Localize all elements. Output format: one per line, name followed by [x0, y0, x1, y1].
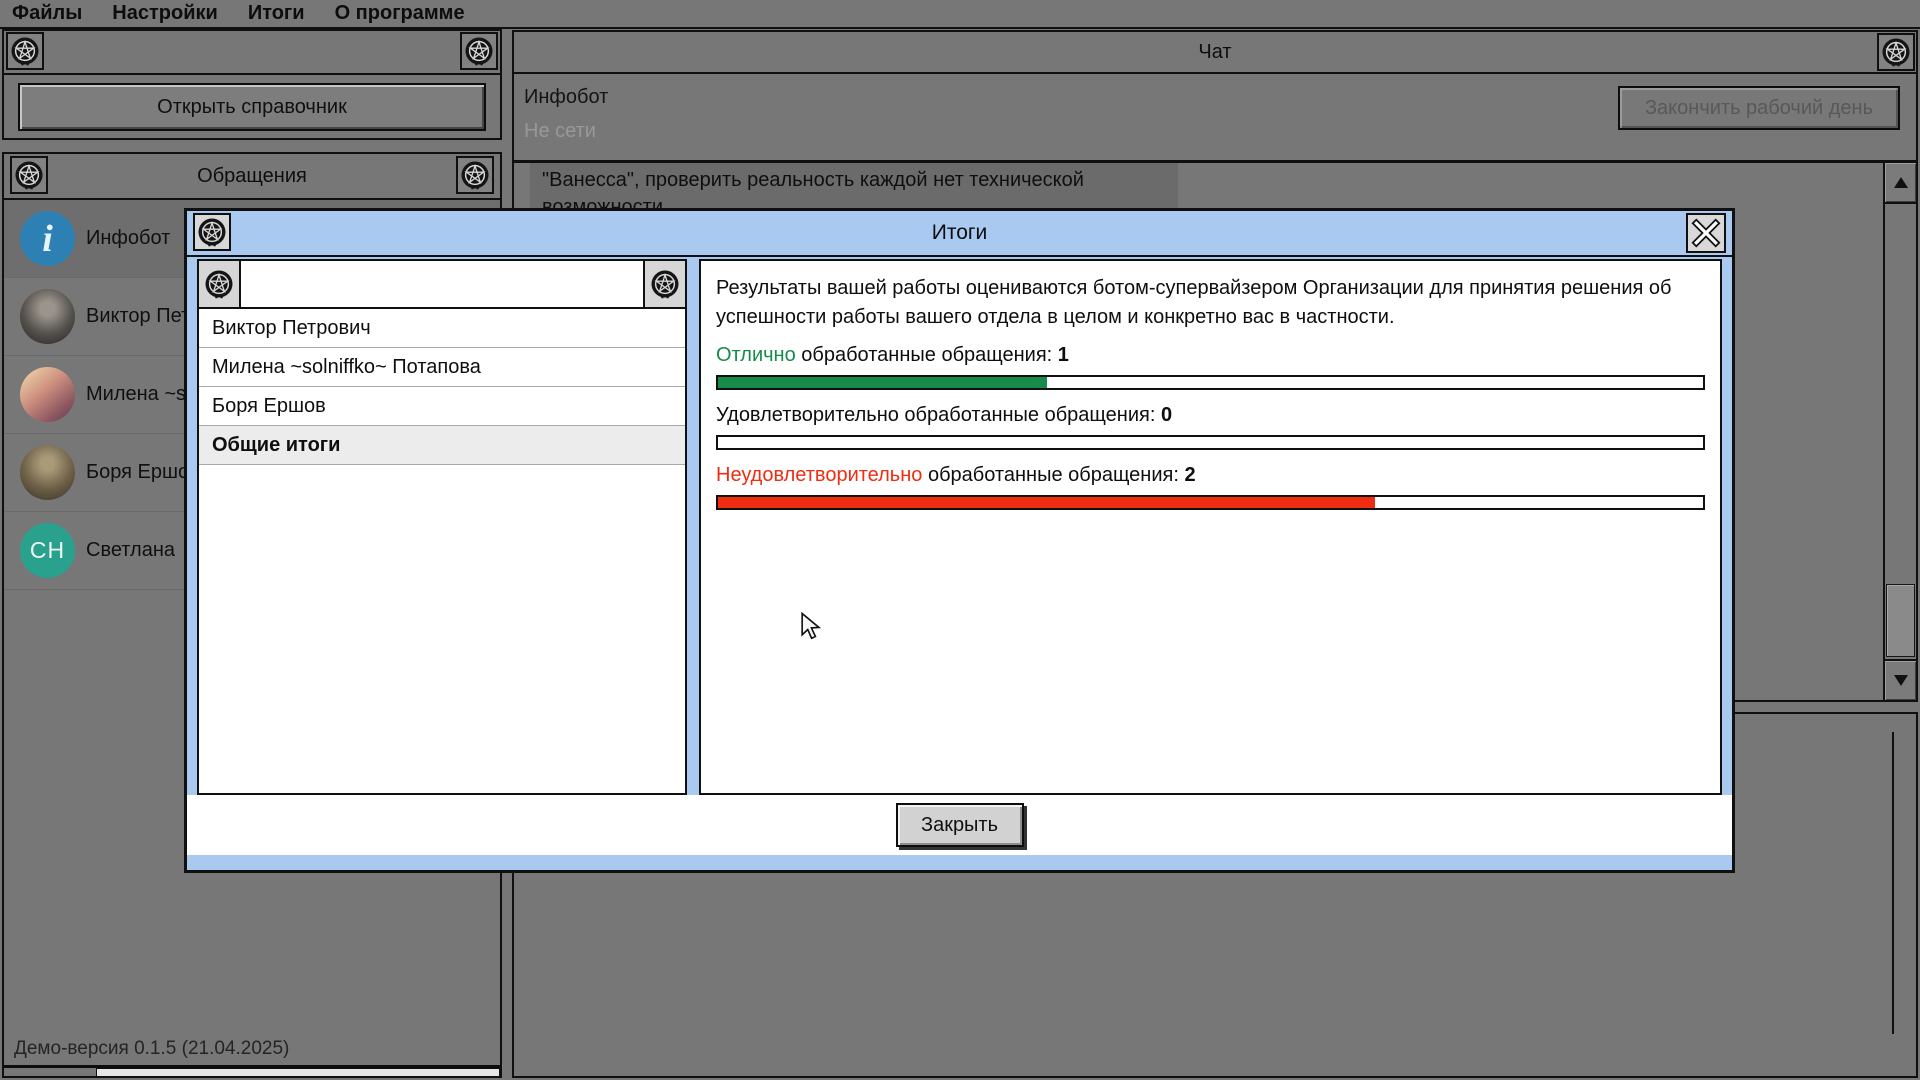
stat-count: 1 — [1058, 344, 1069, 366]
stat-highlight: Удовлетворительно — [716, 404, 899, 426]
peer-name: Инфобот — [524, 86, 608, 109]
progress-fill — [718, 497, 1375, 508]
arrow-down-icon — [1894, 675, 1908, 686]
menu-item-results[interactable]: Итоги — [248, 0, 305, 27]
results-dialog-titlebar: Итоги — [187, 211, 1732, 255]
chat-title: Чат — [1198, 41, 1231, 64]
progress-bar-excellent — [716, 375, 1705, 390]
contact-name: Светлана — [86, 539, 175, 562]
progress-bar-unsatisfactory — [716, 495, 1705, 510]
stat-highlight: Отлично — [716, 344, 796, 366]
gear-icon — [1877, 33, 1915, 71]
chat-peer-bar: Инфобот Не сети Закончить рабочий день — [514, 74, 1916, 163]
gear-icon — [10, 156, 48, 194]
open-directory-button[interactable]: Открыть справочник — [18, 83, 486, 131]
gear-icon — [460, 32, 498, 70]
gear-icon — [643, 261, 685, 307]
divider — [1892, 732, 1894, 1034]
chat-scrollbar[interactable] — [1883, 163, 1916, 700]
search-row — [199, 261, 685, 309]
list-item-viktor[interactable]: Виктор Петрович — [199, 309, 685, 348]
stat-label-excellent: Отлично обработанные обращения: 1 — [716, 344, 1705, 367]
appeals-panel-title: Обращения — [197, 165, 307, 188]
stat-highlight: Неудовлетворительно — [716, 464, 922, 486]
gear-icon — [199, 261, 241, 307]
divider — [187, 255, 1732, 257]
list-item-overall[interactable]: Общие итоги — [199, 426, 685, 465]
peer-status: Не сети — [524, 120, 596, 143]
results-dialog-title: Итоги — [187, 211, 1732, 255]
menu-item-about[interactable]: О программе — [335, 0, 465, 27]
stat-count: 2 — [1184, 464, 1195, 486]
avatar: СН — [20, 523, 75, 578]
chat-header: Чат — [514, 32, 1916, 74]
gear-icon — [6, 32, 44, 70]
search-input[interactable] — [241, 261, 643, 307]
bottom-input-strip[interactable] — [96, 1068, 500, 1076]
list-item-borya[interactable]: Боря Ершов — [199, 387, 685, 426]
progress-bar-satisfactory — [716, 435, 1705, 450]
gear-icon — [456, 156, 494, 194]
app-version-label: Демо-версия 0.1.5 (21.04.2025) — [14, 1038, 289, 1060]
end-workday-button[interactable]: Закончить рабочий день — [1618, 86, 1900, 130]
avatar — [20, 367, 75, 422]
appeals-panel-header: Обращения — [4, 154, 500, 200]
results-dialog-footer: Закрыть — [187, 795, 1732, 855]
results-detail-pane: Результаты вашей работы оцениваются бото… — [699, 259, 1722, 795]
directory-panel-header — [4, 31, 500, 75]
directory-panel: Открыть справочник — [2, 29, 502, 140]
close-icon[interactable] — [1686, 213, 1726, 253]
contact-name: Инфобот — [86, 227, 170, 250]
avatar — [20, 445, 75, 500]
scrollbar-thumb[interactable] — [1886, 584, 1915, 657]
scroll-up-button[interactable] — [1885, 163, 1916, 204]
arrow-up-icon — [1894, 177, 1908, 188]
menu-item-settings[interactable]: Настройки — [112, 0, 218, 27]
progress-fill — [718, 377, 1047, 388]
contact-name: Боря Ершов — [86, 461, 200, 484]
results-dialog: Итоги Виктор Петрович Милена ~solniffko~… — [184, 208, 1735, 873]
scroll-down-button[interactable] — [1885, 659, 1916, 700]
menu-item-files[interactable]: Файлы — [12, 0, 82, 27]
avatar — [20, 289, 75, 344]
menu-bar: Файлы Настройки Итоги О программе — [0, 0, 1920, 27]
app-window: Файлы Настройки Итоги О программе Открыт… — [0, 0, 1920, 1080]
results-summary-text: Результаты вашей работы оцениваются бото… — [716, 274, 1705, 332]
stat-label-satisfactory: Удовлетворительно обработанные обращения… — [716, 404, 1705, 427]
stat-label-unsatisfactory: Неудовлетворительно обработанные обращен… — [716, 464, 1705, 487]
close-button[interactable]: Закрыть — [896, 803, 1024, 847]
stat-count: 0 — [1161, 404, 1172, 426]
list-item-milena[interactable]: Милена ~solniffko~ Потапова — [199, 348, 685, 387]
results-people-list: Виктор Петрович Милена ~solniffko~ Потап… — [197, 259, 687, 795]
avatar: i — [20, 211, 75, 266]
